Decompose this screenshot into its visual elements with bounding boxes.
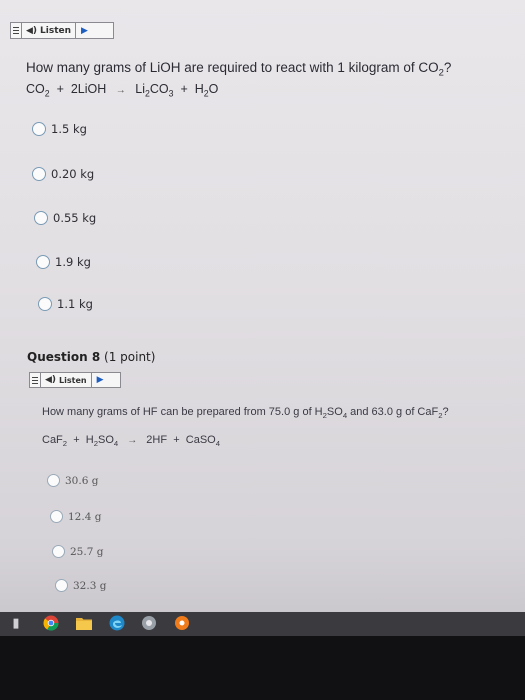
question-8-prompt: How many grams of HF can be prepared fro… [42, 406, 449, 421]
folder-icon[interactable] [75, 614, 93, 632]
radio-button[interactable] [34, 211, 48, 225]
listen-toolbar: ◀) Listen ▶ [29, 372, 121, 388]
play-icon[interactable]: ▶ [75, 23, 93, 38]
app-orange-icon[interactable] [173, 614, 191, 632]
listen-button[interactable]: Listen [40, 26, 71, 36]
listen-toolbar: ◀) Listen ▶ [10, 22, 114, 39]
radio-button[interactable] [47, 474, 60, 487]
radio-button[interactable] [38, 297, 52, 311]
question-7-prompt: How many grams of LiOH are required to r… [26, 60, 452, 79]
option-radio[interactable]: 0.55 kg [34, 211, 96, 225]
option-radio[interactable]: 1.5 kg [32, 122, 87, 136]
question-8-equation: CaF2 + H2SO4 → 2HF + CaSO4 [42, 434, 221, 449]
option-radio[interactable]: 30.6 g [47, 474, 98, 487]
question-7-equation: CO2 + 2LiOH → Li2CO3 + H2O [26, 82, 219, 99]
option-radio[interactable]: 12.4 g [50, 510, 101, 523]
chrome-icon[interactable] [42, 614, 60, 632]
radio-button[interactable] [55, 579, 68, 592]
app-icon[interactable] [140, 614, 158, 632]
option-radio[interactable]: 1.1 kg [38, 297, 93, 311]
option-radio[interactable]: 25.7 g [52, 545, 103, 558]
recycle-bin-icon[interactable]: ▮ [8, 614, 24, 632]
speaker-icon: ◀) [45, 375, 57, 385]
radio-button[interactable] [50, 510, 63, 523]
reaction-arrow-icon: → [127, 435, 138, 446]
listen-button[interactable]: Listen [59, 376, 87, 385]
monitor-bezel [0, 636, 525, 700]
option-radio[interactable]: 1.9 kg [36, 255, 91, 269]
screen: ◀) Listen ▶ How many grams of LiOH are r… [0, 0, 525, 612]
reaction-arrow-icon: → [115, 85, 126, 96]
menu-icon[interactable] [11, 23, 22, 38]
option-radio[interactable]: 32.3 g [55, 579, 106, 592]
radio-button[interactable] [36, 255, 50, 269]
radio-button[interactable] [32, 122, 46, 136]
question-8-title: Question 8 (1 point) [27, 350, 156, 364]
radio-button[interactable] [52, 545, 65, 558]
edge-icon[interactable] [108, 614, 126, 632]
radio-button[interactable] [32, 167, 46, 181]
option-radio[interactable]: 0.20 kg [32, 167, 94, 181]
speaker-icon: ◀) [26, 25, 38, 36]
play-icon[interactable]: ▶ [90, 373, 109, 387]
menu-icon[interactable] [30, 373, 41, 387]
